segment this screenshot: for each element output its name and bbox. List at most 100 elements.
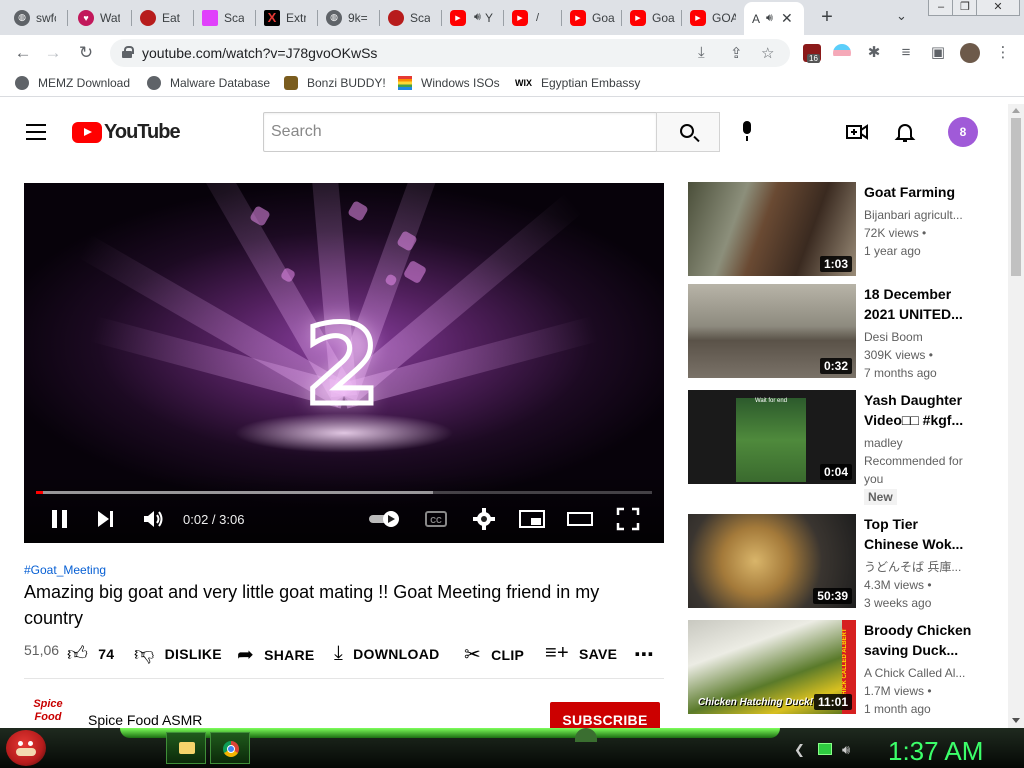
download-button[interactable]: ⤓ DOWNLOAD xyxy=(334,642,440,665)
video-thumbnail[interactable]: A CHICK CALLED ALBERT Chicken Hatching D… xyxy=(688,620,856,714)
recommendation-title[interactable]: Yash Daughter Video□□ #kgf... xyxy=(864,390,974,430)
flag-extension-icon[interactable] xyxy=(833,44,851,62)
microphone-icon[interactable] xyxy=(741,121,753,143)
bookmark-windows-isos[interactable]: Windows ISOs xyxy=(398,76,500,90)
browser-tab[interactable]: ▶ Goa xyxy=(622,4,682,31)
more-actions-icon[interactable]: ⋯ xyxy=(634,642,654,667)
recommendation-item[interactable]: 1:03 Goat Farming Bijanbari agricult... … xyxy=(688,182,988,276)
tray-chevron-icon[interactable]: ❮ xyxy=(794,742,805,758)
address-bar[interactable]: youtube.com/watch?v=J78gvoOKwSs ⤓ ⇪ ☆ xyxy=(110,39,790,67)
browser-tab[interactable]: ♥ Wat xyxy=(70,4,132,31)
browser-tab[interactable]: ◍ swfc xyxy=(6,4,68,31)
captions-icon[interactable]: CC xyxy=(424,507,448,531)
media-control-icon[interactable]: ≡ xyxy=(896,43,916,63)
network-icon[interactable] xyxy=(818,743,832,755)
recommendation-channel[interactable]: Desi Boom xyxy=(864,328,974,346)
browser-tab-active[interactable]: A 🔊︎ ✕ xyxy=(744,2,804,35)
bookmark-memz[interactable]: MEMZ Download xyxy=(15,76,130,90)
recommendation-item[interactable]: A CHICK CALLED ALBERT Chicken Hatching D… xyxy=(688,620,988,716)
video-thumbnail[interactable]: 50:39 xyxy=(688,514,856,608)
pause-icon[interactable] xyxy=(50,507,70,531)
create-video-icon[interactable] xyxy=(845,120,869,144)
channel-name[interactable]: Spice Food ASMR xyxy=(88,712,202,728)
video-thumbnail[interactable]: 1:03 xyxy=(688,182,856,276)
puzzle-icon[interactable]: ✱ xyxy=(864,43,884,63)
window-close-button[interactable]: ✕ xyxy=(976,0,1020,16)
video-thumbnail[interactable]: 0:32 xyxy=(688,284,856,378)
back-button[interactable]: ← xyxy=(13,43,33,63)
hashtag-link[interactable]: #Goat_Meeting xyxy=(24,563,106,577)
video-thumbnail[interactable]: Wait for end 0:04 xyxy=(688,390,856,484)
next-video-icon[interactable] xyxy=(96,507,116,531)
like-button[interactable]: 👍︎ 74 xyxy=(67,642,114,666)
channel-logo[interactable]: Spice Food xyxy=(28,698,68,728)
recommendation-item[interactable]: 50:39 Top Tier Chinese Wok... うどんそば 兵庫..… xyxy=(688,514,988,610)
star-icon[interactable]: ☆ xyxy=(761,44,774,62)
chrome-taskbar-button[interactable] xyxy=(210,732,250,764)
reload-button[interactable]: ↻ xyxy=(76,43,96,63)
recommendation-title[interactable]: 18 December 2021 UNITED... xyxy=(864,284,974,324)
page-scrollbar[interactable] xyxy=(1008,104,1024,728)
volume-icon[interactable] xyxy=(142,507,164,531)
save-button[interactable]: ≡+ SAVE xyxy=(545,642,617,665)
search-box[interactable] xyxy=(263,112,657,152)
browser-tab[interactable]: X Extr xyxy=(256,4,318,31)
bookmark-malware-db[interactable]: Malware Database xyxy=(147,76,270,90)
recommendation-title[interactable]: Goat Farming xyxy=(864,182,974,202)
search-button[interactable] xyxy=(656,112,720,152)
recommendation-item[interactable]: 0:32 18 December 2021 UNITED... Desi Boo… xyxy=(688,284,988,380)
settings-gear-icon[interactable] xyxy=(472,507,496,531)
youtube-logo[interactable]: YouTube xyxy=(72,121,181,144)
autoplay-toggle-icon[interactable] xyxy=(367,507,403,531)
taskbar-clock[interactable]: 1:37 AM xyxy=(888,736,983,767)
recommendation-item[interactable]: Wait for end 0:04 Yash Daughter Video□□ … xyxy=(688,390,988,486)
recommendation-title[interactable]: Broody Chicken saving Duck... xyxy=(864,620,974,660)
scroll-up-icon[interactable] xyxy=(1012,108,1020,113)
lock-icon xyxy=(122,46,134,58)
miniplayer-icon[interactable] xyxy=(519,507,545,531)
recommendation-title[interactable]: Top Tier Chinese Wok... xyxy=(864,514,974,554)
browser-tab[interactable]: Scat xyxy=(380,4,442,31)
browser-tab[interactable]: ▶ 🔊︎ Y xyxy=(442,4,504,31)
browser-tab[interactable]: ▶ / xyxy=(504,4,562,31)
close-icon[interactable]: ✕ xyxy=(781,10,793,27)
share-icon[interactable]: ⇪ xyxy=(730,44,743,62)
browser-tab[interactable]: Eat xyxy=(132,4,194,31)
minimize-button[interactable]: – xyxy=(928,0,954,16)
progress-bar[interactable] xyxy=(36,491,652,494)
dislike-button[interactable]: 👎︎ DISLIKE xyxy=(134,642,222,666)
browser-tab[interactable]: ◍ 9k= xyxy=(318,4,380,31)
forward-button[interactable]: → xyxy=(43,43,63,63)
scroll-down-icon[interactable] xyxy=(1012,718,1020,723)
menu-icon[interactable]: ⋮ xyxy=(993,43,1013,63)
install-icon[interactable]: ⤓ xyxy=(698,44,705,61)
scrollbar-thumb[interactable] xyxy=(1011,118,1021,276)
notifications-bell-icon[interactable] xyxy=(893,120,917,144)
recommendation-channel[interactable]: Bijanbari agricult... xyxy=(864,206,974,224)
video-player[interactable]: 2 0:02 / 3:06 CC xyxy=(24,183,664,543)
recommendation-channel[interactable]: A Chick Called Al... xyxy=(864,664,974,682)
browser-tab[interactable]: ▶ GOA xyxy=(682,4,742,31)
clip-button[interactable]: ✂ CLIP xyxy=(464,642,524,667)
profile-avatar[interactable] xyxy=(960,43,980,63)
chevron-down-icon[interactable]: ⌄ xyxy=(896,8,907,24)
new-tab-button[interactable]: + xyxy=(816,6,838,28)
theater-mode-icon[interactable] xyxy=(567,507,593,531)
bookmark-bonzi[interactable]: Bonzi BUDDY! xyxy=(284,76,386,90)
restore-button[interactable]: ❐ xyxy=(952,0,978,16)
fullscreen-icon[interactable] xyxy=(616,507,640,531)
user-avatar[interactable]: 8 xyxy=(948,117,978,147)
recommendation-channel[interactable]: うどんそば 兵庫... xyxy=(864,558,974,576)
ublock-extension-icon[interactable]: 16 xyxy=(803,44,821,63)
volume-tray-icon[interactable]: 🔊︎ xyxy=(842,742,850,758)
side-panel-icon[interactable]: ▣ xyxy=(928,43,948,63)
search-input[interactable] xyxy=(264,113,656,151)
bookmark-egyptian-embassy[interactable]: WIX Egyptian Embassy xyxy=(515,76,640,90)
browser-tab[interactable]: ▶ Goa xyxy=(562,4,622,31)
share-button[interactable]: ➦ SHARE xyxy=(237,642,315,667)
file-explorer-taskbar-button[interactable] xyxy=(166,732,206,764)
recommendation-channel[interactable]: madley xyxy=(864,434,974,452)
start-button[interactable] xyxy=(6,730,46,766)
hamburger-menu-icon[interactable] xyxy=(26,124,46,140)
browser-tab[interactable]: Scat xyxy=(194,4,256,31)
